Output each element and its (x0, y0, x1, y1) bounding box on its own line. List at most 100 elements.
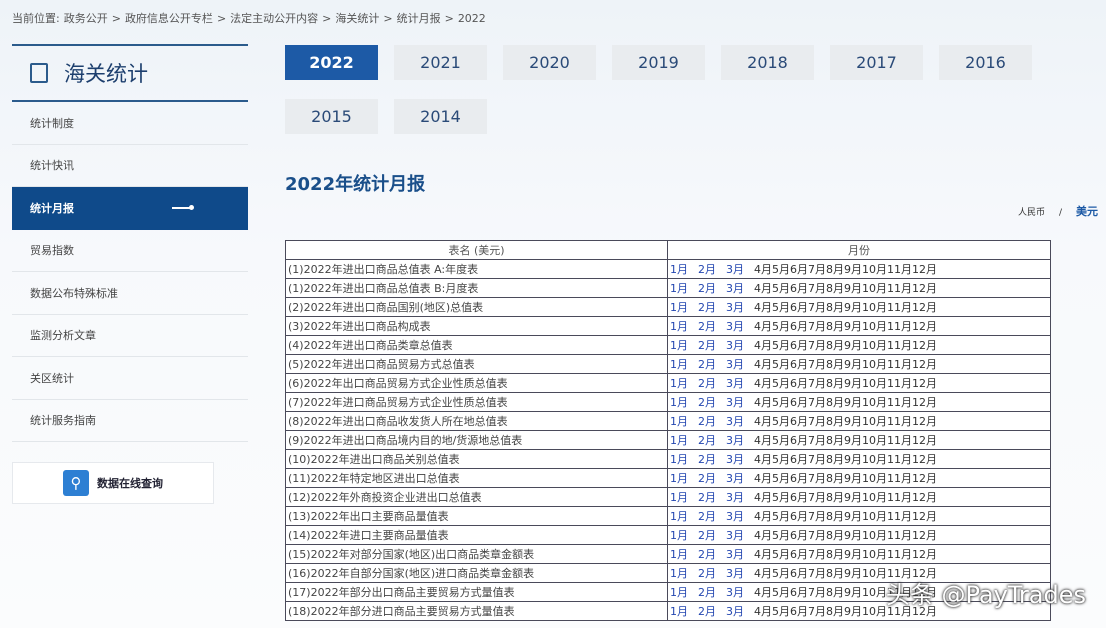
year-tab-2022[interactable]: 2022 (285, 45, 378, 80)
month-link[interactable]: 2月 (698, 548, 716, 561)
month-link[interactable]: 1月 (670, 605, 688, 618)
table-name-link[interactable]: (2)2022年进出口商品国别(地区)总值表 (286, 298, 668, 317)
month-link[interactable]: 3月 (726, 434, 744, 447)
data-online-query-button[interactable]: ⚲ 数据在线查询 (12, 462, 214, 504)
month-link[interactable]: 2月 (698, 358, 716, 371)
month-link[interactable]: 3月 (726, 301, 744, 314)
sidebar-item[interactable]: 关区统计 (12, 357, 248, 400)
year-tab-2014[interactable]: 2014 (394, 99, 487, 134)
table-name-link[interactable]: (11)2022年特定地区进出口总值表 (286, 469, 668, 488)
sidebar-item[interactable]: 统计快讯 (12, 145, 248, 188)
month-link[interactable]: 2月 (698, 491, 716, 504)
month-link[interactable]: 1月 (670, 301, 688, 314)
table-name-link[interactable]: (13)2022年出口主要商品量值表 (286, 507, 668, 526)
month-link[interactable]: 3月 (726, 282, 744, 295)
breadcrumb-item[interactable]: 统计月报 (397, 12, 441, 25)
table-name-link[interactable]: (9)2022年进出口商品境内目的地/货源地总值表 (286, 431, 668, 450)
month-link[interactable]: 1月 (670, 548, 688, 561)
month-link[interactable]: 2月 (698, 529, 716, 542)
month-link[interactable]: 3月 (726, 377, 744, 390)
month-link[interactable]: 1月 (670, 339, 688, 352)
month-link[interactable]: 1月 (670, 567, 688, 580)
sidebar-item[interactable]: 监测分析文章 (12, 315, 248, 358)
month-link[interactable]: 2月 (698, 453, 716, 466)
month-link[interactable]: 2月 (698, 282, 716, 295)
table-name-link[interactable]: (8)2022年进出口商品收发货人所在地总值表 (286, 412, 668, 431)
month-link[interactable]: 1月 (670, 491, 688, 504)
sidebar-item[interactable]: 统计月报 (12, 187, 248, 230)
month-link[interactable]: 3月 (726, 320, 744, 333)
month-link[interactable]: 2月 (698, 320, 716, 333)
table-name-link[interactable]: (12)2022年外商投资企业进出口总值表 (286, 488, 668, 507)
table-name-link[interactable]: (6)2022年出口商品贸易方式企业性质总值表 (286, 374, 668, 393)
year-tab-2015[interactable]: 2015 (285, 99, 378, 134)
month-link[interactable]: 1月 (670, 377, 688, 390)
table-name-link[interactable]: (10)2022年进出口商品关别总值表 (286, 450, 668, 469)
month-link[interactable]: 3月 (726, 510, 744, 523)
month-link[interactable]: 2月 (698, 339, 716, 352)
currency-rmb-link[interactable]: 人民币 (1018, 208, 1045, 218)
month-link[interactable]: 2月 (698, 605, 716, 618)
month-link[interactable]: 1月 (670, 415, 688, 428)
month-link[interactable]: 1月 (670, 529, 688, 542)
month-link[interactable]: 1月 (670, 586, 688, 599)
month-link[interactable]: 3月 (726, 415, 744, 428)
currency-usd-link[interactable]: 美元 (1076, 205, 1098, 218)
table-name-link[interactable]: (3)2022年进出口商品构成表 (286, 317, 668, 336)
month-link[interactable]: 1月 (670, 510, 688, 523)
breadcrumb-item[interactable]: 政务公开 (64, 12, 108, 25)
month-link[interactable]: 1月 (670, 358, 688, 371)
month-link[interactable]: 1月 (670, 396, 688, 409)
sidebar-item[interactable]: 贸易指数 (12, 230, 248, 273)
month-link[interactable]: 2月 (698, 301, 716, 314)
month-link[interactable]: 2月 (698, 415, 716, 428)
year-tab-2017[interactable]: 2017 (830, 45, 923, 80)
breadcrumb-item[interactable]: 海关统计 (335, 12, 379, 25)
table-name-link[interactable]: (18)2022年部分进口商品主要贸易方式量值表 (286, 602, 668, 621)
table-name-link[interactable]: (1)2022年进出口商品总值表 A:年度表 (286, 260, 668, 279)
table-name-link[interactable]: (15)2022年对部分国家(地区)出口商品类章金额表 (286, 545, 668, 564)
breadcrumb-item[interactable]: 政府信息公开专栏 (125, 12, 213, 25)
table-name-link[interactable]: (7)2022年进口商品贸易方式企业性质总值表 (286, 393, 668, 412)
table-name-link[interactable]: (4)2022年进出口商品类章总值表 (286, 336, 668, 355)
month-link[interactable]: 3月 (726, 529, 744, 542)
table-name-link[interactable]: (17)2022年部分出口商品主要贸易方式量值表 (286, 583, 668, 602)
month-link[interactable]: 2月 (698, 567, 716, 580)
table-name-link[interactable]: (14)2022年进口主要商品量值表 (286, 526, 668, 545)
breadcrumb-item[interactable]: 法定主动公开内容 (230, 12, 318, 25)
month-link[interactable]: 2月 (698, 263, 716, 276)
month-link[interactable]: 3月 (726, 339, 744, 352)
table-name-link[interactable]: (5)2022年进出口商品贸易方式总值表 (286, 355, 668, 374)
year-tab-2020[interactable]: 2020 (503, 45, 596, 80)
year-tab-2016[interactable]: 2016 (939, 45, 1032, 80)
year-tab-2019[interactable]: 2019 (612, 45, 705, 80)
sidebar-item[interactable]: 数据公布特殊标准 (12, 272, 248, 315)
table-name-link[interactable]: (1)2022年进出口商品总值表 B:月度表 (286, 279, 668, 298)
month-link[interactable]: 2月 (698, 377, 716, 390)
month-link[interactable]: 2月 (698, 472, 716, 485)
month-link[interactable]: 2月 (698, 510, 716, 523)
month-link[interactable]: 1月 (670, 453, 688, 466)
month-link[interactable]: 2月 (698, 434, 716, 447)
year-tab-2021[interactable]: 2021 (394, 45, 487, 80)
month-link[interactable]: 3月 (726, 358, 744, 371)
month-link[interactable]: 3月 (726, 472, 744, 485)
month-link[interactable]: 2月 (698, 396, 716, 409)
month-link[interactable]: 1月 (670, 320, 688, 333)
month-link[interactable]: 3月 (726, 396, 744, 409)
month-link[interactable]: 3月 (726, 491, 744, 504)
month-link[interactable]: 3月 (726, 586, 744, 599)
month-link[interactable]: 3月 (726, 605, 744, 618)
sidebar-item[interactable]: 统计服务指南 (12, 400, 248, 443)
month-link[interactable]: 2月 (698, 586, 716, 599)
month-link[interactable]: 3月 (726, 263, 744, 276)
month-link[interactable]: 1月 (670, 434, 688, 447)
table-name-link[interactable]: (16)2022年自部分国家(地区)进口商品类章金额表 (286, 564, 668, 583)
sidebar-item[interactable]: 统计制度 (12, 102, 248, 145)
year-tab-2018[interactable]: 2018 (721, 45, 814, 80)
month-link[interactable]: 1月 (670, 282, 688, 295)
month-link[interactable]: 3月 (726, 453, 744, 466)
month-link[interactable]: 1月 (670, 263, 688, 276)
month-link[interactable]: 3月 (726, 567, 744, 580)
month-link[interactable]: 3月 (726, 548, 744, 561)
